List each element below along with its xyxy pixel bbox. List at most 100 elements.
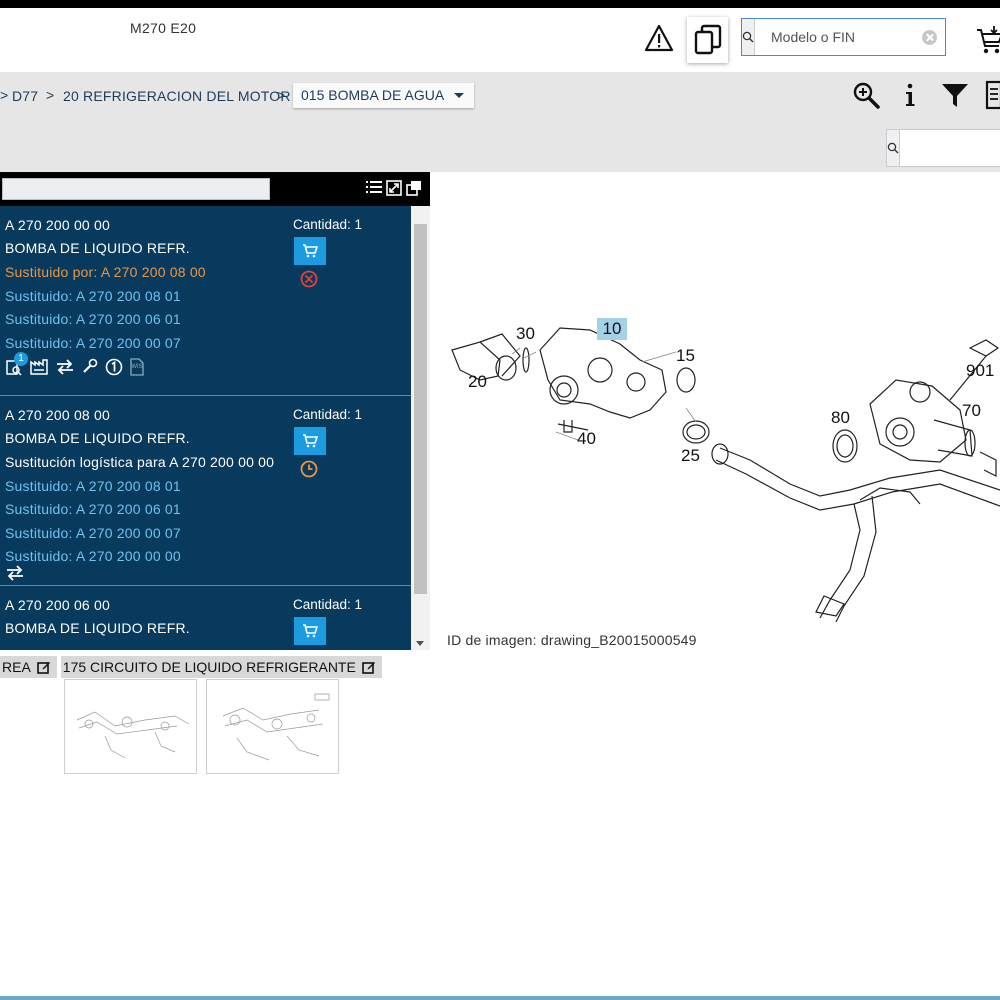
notes-button[interactable]: 1	[5, 352, 28, 376]
part-number: A 270 200 06 00	[5, 597, 110, 613]
tab-label: 175 CIRCUITO DE LIQUIDO REFRIGERANTE	[62, 659, 356, 675]
chevron-down-icon	[454, 93, 465, 98]
copy-icon	[694, 24, 721, 55]
drawing-tabs: REA 175 CIRCUITO DE LIQUIDO REFRIGERANTE	[0, 656, 382, 678]
callout-901[interactable]: 901	[966, 361, 994, 381]
parts-list-panel: A 270 200 00 00 BOMBA DE LIQUIDO REFR. S…	[0, 172, 430, 650]
filter-icon[interactable]	[940, 80, 970, 110]
footer-line	[0, 996, 1000, 1000]
list-view-icon[interactable]	[366, 180, 382, 194]
swap-icon[interactable]	[5, 564, 25, 582]
edit-icon[interactable]	[362, 660, 376, 674]
search-button[interactable]	[742, 19, 755, 55]
cart-icon[interactable]	[975, 24, 1000, 56]
breadcrumb-current: 015 BOMBA DE AGUA	[301, 87, 445, 103]
wis-button[interactable]: WIS	[129, 358, 145, 376]
part-superseded[interactable]: Sustituido: A 270 200 00 07	[5, 335, 181, 351]
breadcrumb-item-d77[interactable]: D77	[12, 88, 38, 104]
drawing-search-box	[886, 129, 1000, 167]
model-search-box	[741, 18, 952, 56]
part-name: BOMBA DE LIQUIDO REFR.	[5, 430, 190, 446]
parts-list: A 270 200 00 00 BOMBA DE LIQUIDO REFR. S…	[0, 206, 411, 650]
part-logistic-note: Sustitución logística para A 270 200 00 …	[5, 454, 275, 470]
cancel-circle-icon	[300, 270, 318, 288]
scroll-down-arrow-icon[interactable]	[416, 641, 424, 646]
zoom-in-icon[interactable]	[851, 80, 881, 110]
add-to-cart-button[interactable]	[294, 427, 326, 455]
part-name: BOMBA DE LIQUIDO REFR.	[5, 620, 190, 636]
drawing-thumbnail[interactable]	[64, 679, 197, 774]
header: M270 E20	[0, 8, 1000, 72]
tab-label: REA	[2, 659, 31, 675]
notification-badge: 1	[14, 352, 28, 366]
callout-15[interactable]: 15	[676, 346, 695, 366]
wis-label: WIS	[131, 364, 143, 370]
image-id: ID de imagen: drawing_B20015000549	[447, 632, 697, 648]
drawing-search-input[interactable]	[900, 130, 1000, 166]
vehicle-model: M270 E20	[130, 20, 197, 36]
callout-25[interactable]: 25	[681, 446, 700, 466]
part-superseded[interactable]: Sustituido: A 270 200 08 01	[5, 478, 181, 494]
clock-icon	[300, 460, 318, 478]
drawing-thumbnail[interactable]	[206, 679, 339, 774]
part-quantity: Cantidad: 1	[293, 407, 363, 422]
callout-80[interactable]: 80	[831, 408, 850, 428]
breadcrumb-separator: >	[0, 87, 9, 103]
part-number: A 270 200 00 00	[5, 217, 110, 233]
info-icon[interactable]	[895, 80, 925, 110]
copy-button[interactable]	[687, 17, 728, 63]
exploded-parts-drawing[interactable]	[440, 300, 1000, 630]
callout-40[interactable]: 40	[577, 429, 596, 449]
list-item[interactable]: A 270 200 06 00 BOMBA DE LIQUIDO REFR. C…	[0, 586, 411, 650]
add-to-cart-button[interactable]	[294, 617, 326, 645]
tab-rea[interactable]: REA	[0, 656, 57, 678]
swap-icon[interactable]	[55, 358, 75, 376]
breadcrumb: > D77 > 20 REFRIGERACION DEL MOTOR > 015…	[0, 72, 1000, 122]
edit-icon[interactable]	[36, 660, 51, 674]
part-replaced-by[interactable]: Sustituido por: A 270 200 08 00	[5, 264, 206, 280]
search-icon	[887, 142, 899, 154]
scrollbar-thumb[interactable]	[414, 224, 427, 594]
part-number: A 270 200 08 00	[5, 407, 110, 423]
warning-icon[interactable]	[644, 24, 674, 52]
wrench-icon[interactable]	[81, 358, 99, 376]
part-superseded[interactable]: Sustituido: A 270 200 00 07	[5, 525, 181, 541]
cart-icon	[303, 624, 318, 638]
callout-20[interactable]: 20	[468, 372, 487, 392]
top-black-bar	[0, 0, 1000, 8]
search-icon	[742, 31, 754, 43]
parts-list-scrollbar[interactable]	[411, 206, 430, 650]
breadcrumb-dropdown-bomba[interactable]: 015 BOMBA DE AGUA	[293, 83, 475, 108]
list-item[interactable]: A 270 200 00 00 BOMBA DE LIQUIDO REFR. S…	[0, 206, 411, 396]
factory-icon[interactable]	[29, 358, 49, 376]
cart-icon	[303, 434, 318, 448]
part-quantity: Cantidad: 1	[293, 217, 363, 232]
clear-icon[interactable]	[922, 30, 937, 45]
part-name: BOMBA DE LIQUIDO REFR.	[5, 240, 190, 256]
part-superseded[interactable]: Sustituido: A 270 200 00 00	[5, 548, 181, 564]
list-item[interactable]: A 270 200 08 00 BOMBA DE LIQUIDO REFR. S…	[0, 396, 411, 586]
parts-list-header	[0, 172, 430, 206]
thumbnail-preview	[222, 693, 330, 761]
callout-70[interactable]: 70	[962, 401, 981, 421]
part-quantity: Cantidad: 1	[293, 597, 363, 612]
breadcrumb-item-refrigeracion[interactable]: 20 REFRIGERACION DEL MOTOR	[63, 88, 291, 104]
cart-icon	[303, 244, 318, 258]
part-superseded[interactable]: Sustituido: A 270 200 08 01	[5, 288, 181, 304]
expand-icon[interactable]	[386, 180, 402, 196]
part-actions: 1 WIS	[5, 352, 145, 376]
callout-30[interactable]: 30	[516, 324, 535, 344]
tab-circuito-liquido[interactable]: 175 CIRCUITO DE LIQUIDO REFRIGERANTE	[60, 656, 382, 678]
parts-filter-input[interactable]	[2, 178, 270, 200]
windows-icon[interactable]	[406, 180, 422, 196]
part-superseded[interactable]: Sustituido: A 270 200 06 01	[5, 311, 181, 327]
add-to-cart-button[interactable]	[294, 237, 326, 265]
part-actions	[5, 564, 25, 582]
breadcrumb-separator: >	[46, 87, 55, 103]
part-superseded[interactable]: Sustituido: A 270 200 06 01	[5, 501, 181, 517]
thumbnail-preview	[76, 711, 190, 759]
document-icon[interactable]	[984, 80, 1000, 110]
search-button[interactable]	[887, 130, 900, 166]
callout-10-highlighted[interactable]: 10	[597, 318, 627, 340]
number-one-icon[interactable]	[105, 358, 123, 376]
